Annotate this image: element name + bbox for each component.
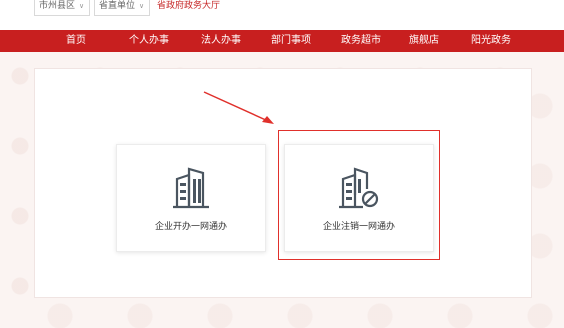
nav-item-sunshine[interactable]: 阳光政务 bbox=[466, 30, 516, 52]
main-nav: 首页 个人办事 法人办事 部门事项 政务超市 旗舰店 阳光政务 bbox=[0, 30, 564, 52]
nav-item-gov-market[interactable]: 政务超市 bbox=[336, 30, 386, 52]
building-icon bbox=[173, 167, 209, 209]
card-label: 企业开办一网通办 bbox=[154, 222, 227, 232]
dept-dropdown[interactable]: 省直单位 ∨ bbox=[94, 0, 150, 16]
chevron-down-icon: ∨ bbox=[139, 2, 145, 10]
gov-hall-link[interactable]: 省政府政务大厅 bbox=[157, 0, 220, 12]
card-business-open[interactable]: 企业开办一网通办 bbox=[116, 144, 266, 252]
nav-item-legal[interactable]: 法人办事 bbox=[196, 30, 246, 52]
highlight-frame bbox=[278, 130, 440, 260]
chevron-down-icon: ∨ bbox=[79, 2, 85, 10]
nav-item-personal[interactable]: 个人办事 bbox=[124, 30, 174, 52]
region-dropdown-label: 市州县区 bbox=[39, 1, 76, 11]
nav-item-department[interactable]: 部门事项 bbox=[266, 30, 316, 52]
nav-item-flagship[interactable]: 旗舰店 bbox=[402, 30, 446, 52]
pointer-arrow-icon bbox=[203, 91, 274, 124]
region-dropdown[interactable]: 市州县区 ∨ bbox=[34, 0, 90, 16]
top-bar: 市州县区 ∨ 省直单位 ∨ 省政府政务大厅 bbox=[0, 0, 564, 30]
nav-item-home[interactable]: 首页 bbox=[54, 30, 98, 52]
dept-dropdown-label: 省直单位 bbox=[99, 1, 136, 11]
